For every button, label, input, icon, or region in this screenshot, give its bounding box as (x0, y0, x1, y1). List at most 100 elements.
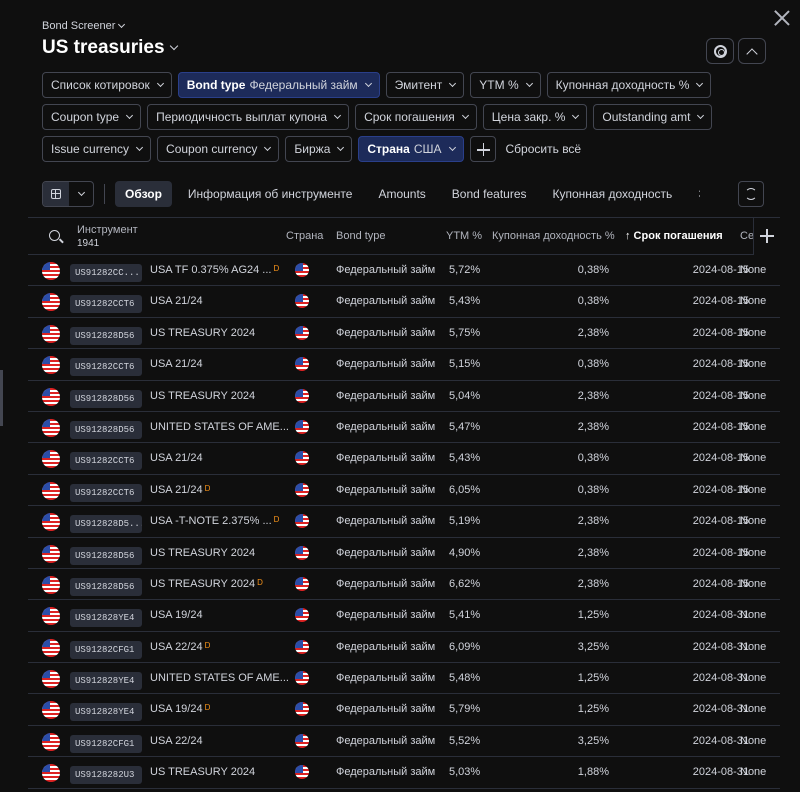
table-row[interactable]: US91282CCT6 USA 21/24 Федеральный займ 5,43… (28, 443, 780, 475)
instrument-name[interactable]: USA 22/24 (150, 735, 205, 747)
country-flag-icon (295, 263, 309, 277)
instrument-name[interactable]: USA 21/24 D (150, 484, 210, 496)
instrument-name[interactable]: USA 21/24 (150, 358, 205, 370)
filter-chip[interactable]: Срок погашения (355, 104, 477, 130)
extra-cell: None (740, 389, 767, 402)
column-header-bond-type[interactable]: Bond type (336, 230, 386, 242)
filter-chip[interactable]: Bond type Федеральный займ (177, 72, 380, 98)
coupon-cell: 0,38% (577, 264, 609, 276)
tab[interactable]: Amounts (368, 181, 435, 207)
table-row[interactable]: US912828D5... USA -T-NOTE 2.375% ... D Феде… (28, 506, 780, 538)
table-row[interactable]: US912828D56 US TREASURY 2024 Федеральный з… (28, 538, 780, 569)
instrument-name[interactable]: USA 19/24 (150, 609, 205, 621)
table-row[interactable]: US912828D56 US TREASURY 2024 D Федеральный … (28, 569, 780, 601)
collapse-button[interactable] (738, 38, 766, 64)
isin-badge[interactable]: US912828D56 (70, 546, 142, 565)
column-header-instrument[interactable]: Инструмент 1941 (77, 224, 138, 250)
chevron-down-icon (118, 20, 126, 29)
isin-badge[interactable]: US91282CCT6 (70, 452, 142, 471)
table-row[interactable]: US91282CFG1 USA 22/24 D Федеральный займ 6,0… (28, 632, 780, 664)
table-row[interactable]: US91282CFG1 USA 22/24 Федеральный займ 5,52… (28, 726, 780, 758)
instrument-name[interactable]: US TREASURY 2024 (150, 390, 257, 402)
column-header-ytm[interactable]: YTM % (446, 230, 482, 242)
isin-badge[interactable]: US912828D56 (70, 389, 142, 408)
isin-badge[interactable]: US91282CFG1 (70, 734, 142, 753)
filter-chip[interactable]: Outstanding amt (593, 104, 713, 130)
tab[interactable]: Bond features (442, 181, 537, 207)
isin-badge[interactable]: US912828D56 (70, 420, 142, 439)
isin-badge[interactable]: US91282CCT6 (70, 483, 142, 502)
table-row[interactable]: US912828D56 US TREASURY 2024 Федеральный з… (28, 318, 780, 350)
column-header-coupon-yield[interactable]: Купонная доходность % (492, 230, 615, 242)
grid-view-icon[interactable] (43, 182, 69, 206)
refresh-button[interactable] (738, 181, 764, 207)
instrument-name[interactable]: US TREASURY 2024 (150, 547, 257, 559)
tab[interactable]: Купонная доходность (543, 181, 683, 207)
add-filter-button[interactable] (469, 136, 496, 162)
us-flag-icon (42, 356, 60, 375)
isin-badge[interactable]: US91282CFG1 (70, 640, 142, 659)
maturity-cell: 2024-08-31 (692, 672, 749, 685)
instrument-name[interactable]: UNITED STATES OF AME... (150, 421, 291, 433)
column-header-country[interactable]: Страна (286, 230, 323, 242)
filter-chip[interactable]: Эмитент (385, 72, 465, 98)
instrument-name[interactable]: UNITED STATES OF AME... (150, 672, 291, 684)
table-row[interactable]: US912828YE4 UNITED STATES OF AME... Федера… (28, 663, 780, 695)
instrument-name[interactable]: USA 21/24 (150, 295, 205, 307)
isin-badge[interactable]: US912828YE4 (70, 672, 142, 691)
filter-chip[interactable]: Купонная доходность % (546, 72, 712, 98)
tab[interactable]: Информация об инструменте (178, 181, 363, 207)
filter-chip[interactable]: Coupon currency (157, 136, 280, 162)
isin-badge[interactable]: US91282CCT6 (70, 295, 142, 314)
view-toggle[interactable] (42, 181, 94, 207)
instrument-name[interactable]: USA 22/24 D (150, 641, 210, 653)
isin-badge[interactable]: US9128282U3 (70, 766, 142, 785)
filter-chip[interactable]: Issue currency (42, 136, 152, 162)
filter-chip[interactable]: Биржа (285, 136, 353, 162)
isin-badge[interactable]: US912828YE4 (70, 703, 142, 722)
close-icon[interactable] (773, 9, 791, 27)
page-title[interactable]: US treasuries (42, 37, 178, 59)
isin-badge[interactable]: US91282CCT6 (70, 358, 142, 377)
isin-badge[interactable]: US912828YE4 (70, 609, 142, 628)
table-row[interactable]: US91282CCT6 USA 21/24 Федеральный займ 5,15… (28, 349, 780, 381)
table-row[interactable]: US912828D56 UNITED STATES OF AME... Федера… (28, 412, 780, 444)
table-row[interactable]: US91282CCT6 USA 21/24 D Федеральный займ 6,0… (28, 475, 780, 507)
coupon-cell: 0,38% (577, 483, 609, 496)
isin-badge[interactable]: US912828D56 (70, 577, 142, 596)
column-header-maturity[interactable]: ↑ Срок погашения (625, 230, 723, 242)
filter-chip[interactable]: Coupon type (42, 104, 142, 130)
table-row[interactable]: US912828D56 US TREASURY 2024 Федеральный з… (28, 381, 780, 412)
reset-all-button[interactable]: Сбросить всё (506, 142, 582, 156)
table-row[interactable]: US912828YE4 USA 19/24 Федеральный займ 5,41… (28, 600, 780, 632)
settings-button[interactable] (706, 38, 734, 64)
breadcrumb[interactable]: Bond Screener (42, 20, 126, 32)
filter-chip[interactable]: Страна США (358, 136, 464, 162)
tab[interactable]: Эм (688, 181, 700, 207)
instrument-name[interactable]: US TREASURY 2024 (150, 327, 257, 339)
view-dropdown[interactable] (69, 188, 93, 197)
table-row[interactable]: US912828YE4 USA 19/24 D Федеральный займ 5,7… (28, 694, 780, 726)
instrument-name[interactable]: USA TF 0.375% AG24 ... D (150, 264, 279, 276)
isin-badge[interactable]: US912828D5... (70, 515, 142, 534)
filter-chip[interactable]: Периодичность выплат купона (147, 104, 350, 130)
filter-chip[interactable]: Список котировок (42, 72, 172, 98)
resize-handle[interactable] (0, 370, 3, 426)
table-row[interactable]: US91282CC... USA TF 0.375% AG24 ... D Федер… (28, 255, 780, 287)
column-header-extra[interactable]: Се (740, 230, 754, 242)
maturity-cell: 2024-08-15 (692, 577, 749, 590)
tab[interactable]: Обзор (115, 181, 172, 207)
filter-chip[interactable]: YTM % (470, 72, 541, 98)
instrument-name[interactable]: USA 19/24 D (150, 703, 210, 715)
filter-chip[interactable]: Цена закр. % (482, 104, 588, 130)
search-icon[interactable] (49, 230, 60, 241)
instrument-name[interactable]: USA 21/24 (150, 452, 205, 464)
table-row[interactable]: US9128282U3 US TREASURY 2024 Федеральный з… (28, 757, 780, 789)
table-row[interactable]: US91282CCT6 USA 21/24 Федеральный займ 5,43… (28, 286, 780, 318)
instrument-name[interactable]: US TREASURY 2024 (150, 766, 257, 778)
isin-badge[interactable]: US912828D56 (70, 326, 142, 345)
add-column-button[interactable] (753, 218, 780, 255)
instrument-name[interactable]: US TREASURY 2024 D (150, 578, 263, 590)
isin-badge[interactable]: US91282CC... (70, 264, 142, 282)
instrument-name[interactable]: USA -T-NOTE 2.375% ... D (150, 515, 279, 527)
